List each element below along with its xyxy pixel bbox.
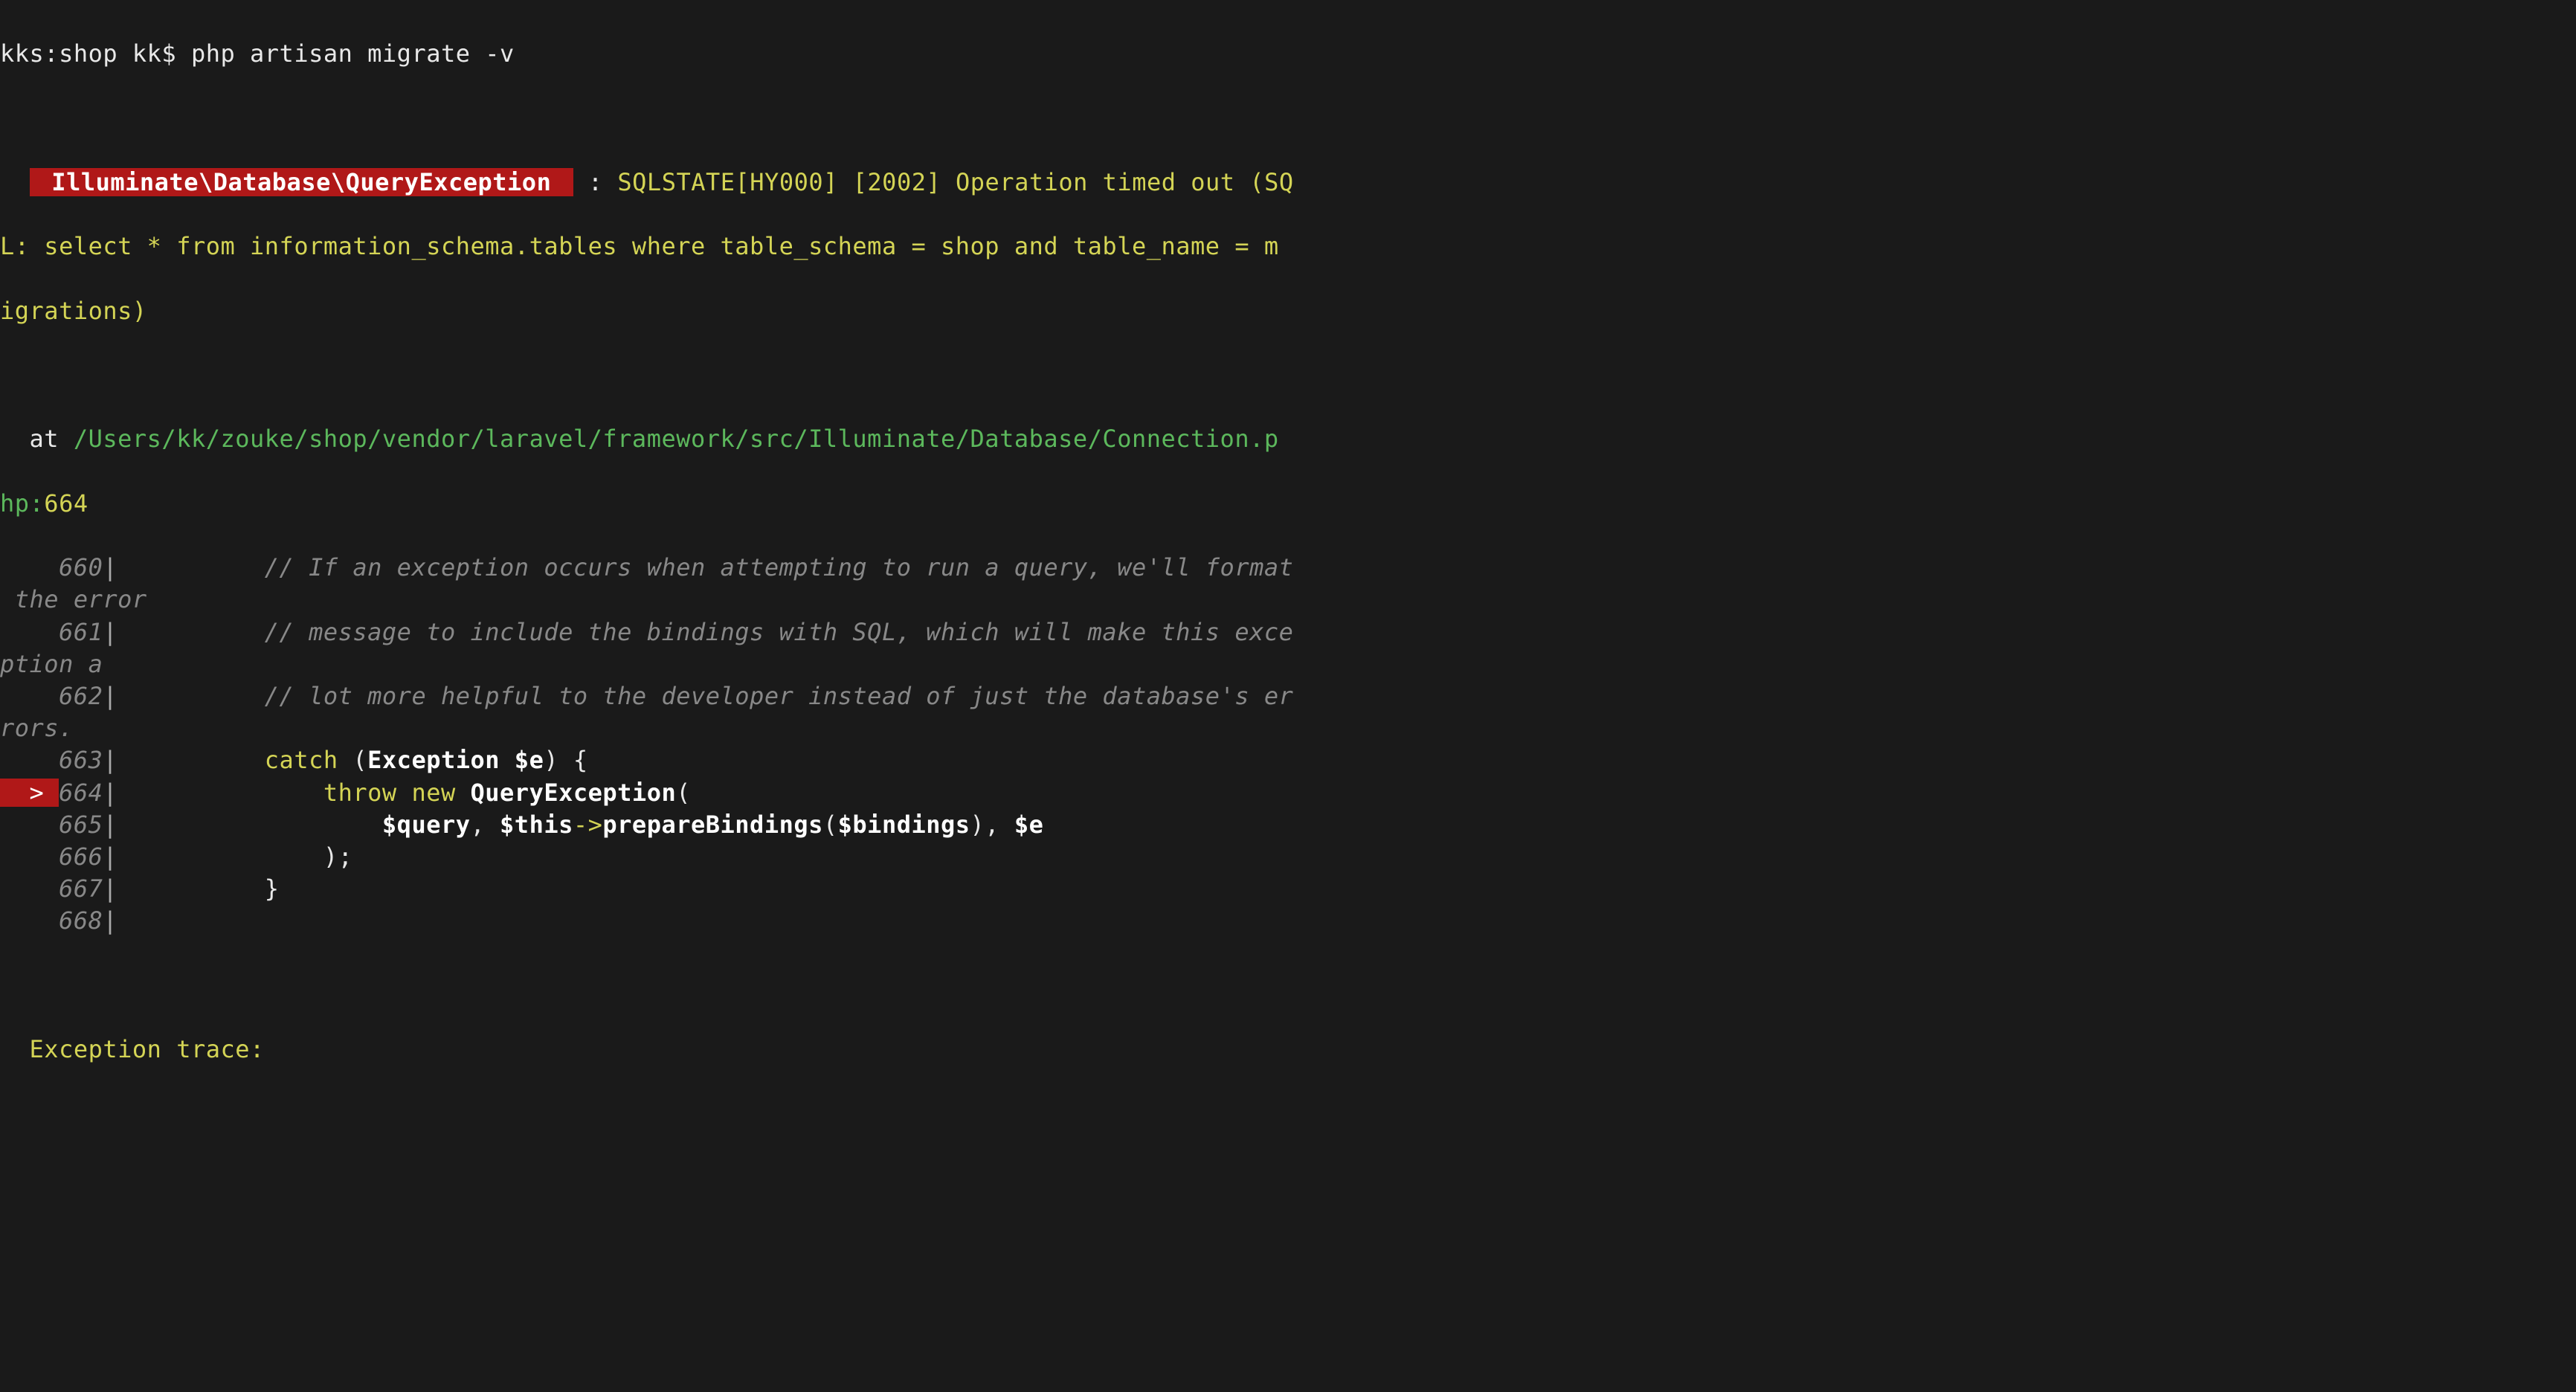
exception-message-2: L: select * from information_schema.tabl… <box>0 232 1279 260</box>
code-line-number: 664 <box>59 779 103 807</box>
code-token: ption a <box>0 650 103 678</box>
code-token: } <box>132 874 280 903</box>
code-token: QueryException <box>471 779 677 807</box>
code-line: 662| // lot more helpful to the develope… <box>0 680 2576 712</box>
code-line: ption a <box>0 648 2576 680</box>
code-line-number: 666 <box>59 842 103 871</box>
exception-message-3: igrations) <box>0 297 147 325</box>
code-line-pipe: | <box>103 842 132 871</box>
file-path-1: /Users/kk/zouke/shop/vendor/laravel/fram… <box>74 425 1279 453</box>
code-token: ( <box>823 811 838 839</box>
command-line: kks:shop kk$ php artisan migrate -v <box>0 38 2576 70</box>
code-token: rors. <box>0 714 74 742</box>
code-token: $e <box>1014 811 1044 839</box>
path-colon: : <box>30 489 45 518</box>
code-line-pipe: | <box>103 746 132 774</box>
code-token: // lot more helpful to the developer ins… <box>132 682 1293 710</box>
code-token <box>132 811 382 839</box>
code-line-number: 667 <box>59 874 103 903</box>
line-marker <box>0 682 59 710</box>
code-token <box>132 746 265 774</box>
code-line-pipe: | <box>103 874 132 903</box>
code-token <box>132 779 323 807</box>
code-token: -> <box>573 811 603 839</box>
line-marker <box>0 906 59 935</box>
file-path-2: hp <box>0 489 30 518</box>
code-token: catch <box>265 746 338 774</box>
code-token: $this <box>500 811 573 839</box>
code-line-number: 660 <box>59 553 103 581</box>
line-marker <box>0 553 59 581</box>
prompt: kks:shop kk$ <box>0 39 176 68</box>
error-line-marker: > <box>0 779 59 807</box>
code-line: 665| $query, $this->prepareBindings($bin… <box>0 809 2576 841</box>
code-line-number: 668 <box>59 906 103 935</box>
code-snippet: 660| // If an exception occurs when atte… <box>0 552 2576 937</box>
line-number: 664 <box>44 489 88 518</box>
code-line: 661| // message to include the bindings … <box>0 616 2576 648</box>
code-token: ), <box>970 811 1014 839</box>
code-token: ); <box>132 842 352 871</box>
code-line: 666| ); <box>0 841 2576 873</box>
exception-separator: : <box>573 168 617 196</box>
code-line-number: 662 <box>59 682 103 710</box>
code-token: prepareBindings <box>602 811 822 839</box>
code-line-pipe: | <box>103 779 132 807</box>
code-line: rors. <box>0 712 2576 744</box>
exception-class-badge: Illuminate\Database\QueryException <box>30 168 574 196</box>
code-token: ( <box>676 779 691 807</box>
code-token: $bindings <box>838 811 970 839</box>
code-line: 663| catch (Exception $e) { <box>0 744 2576 776</box>
code-line: > 664| throw new QueryException( <box>0 777 2576 809</box>
code-token <box>456 779 471 807</box>
code-token: Exception $e <box>367 746 544 774</box>
code-token: the error <box>0 585 147 613</box>
code-line-number: 661 <box>59 618 103 646</box>
location-line: at /Users/kk/zouke/shop/vendor/laravel/f… <box>0 423 2576 455</box>
code-line: 667| } <box>0 873 2576 905</box>
line-marker <box>0 874 59 903</box>
code-line: the error <box>0 584 2576 616</box>
code-token: // message to include the bindings with … <box>132 618 1293 646</box>
code-line-pipe: | <box>103 906 132 935</box>
code-token: throw new <box>323 779 456 807</box>
code-line-pipe: | <box>103 811 132 839</box>
line-marker <box>0 746 59 774</box>
at-label: at <box>0 425 74 453</box>
code-token: ) { <box>544 746 587 774</box>
code-token: , <box>471 811 500 839</box>
code-line: 668| <box>0 905 2576 937</box>
code-line-number: 663 <box>59 746 103 774</box>
code-line-pipe: | <box>103 553 132 581</box>
line-marker <box>0 811 59 839</box>
exception-message-1: SQLSTATE[HY000] [2002] Operation timed o… <box>617 168 1293 196</box>
code-line-number: 665 <box>59 811 103 839</box>
code-token: ( <box>338 746 368 774</box>
code-token: $query <box>382 811 471 839</box>
code-line-pipe: | <box>103 682 132 710</box>
code-token: // If an exception occurs when attemptin… <box>132 553 1293 581</box>
exception-trace-label: Exception trace: <box>0 1035 265 1063</box>
terminal-output: kks:shop kk$ php artisan migrate -v Illu… <box>0 6 2576 1098</box>
line-marker <box>0 618 59 646</box>
line-marker <box>0 842 59 871</box>
command-text: php artisan migrate -v <box>176 39 515 68</box>
code-line-pipe: | <box>103 618 132 646</box>
code-line: 660| // If an exception occurs when atte… <box>0 552 2576 584</box>
exception-line-1: Illuminate\Database\QueryException : SQL… <box>0 167 2576 199</box>
